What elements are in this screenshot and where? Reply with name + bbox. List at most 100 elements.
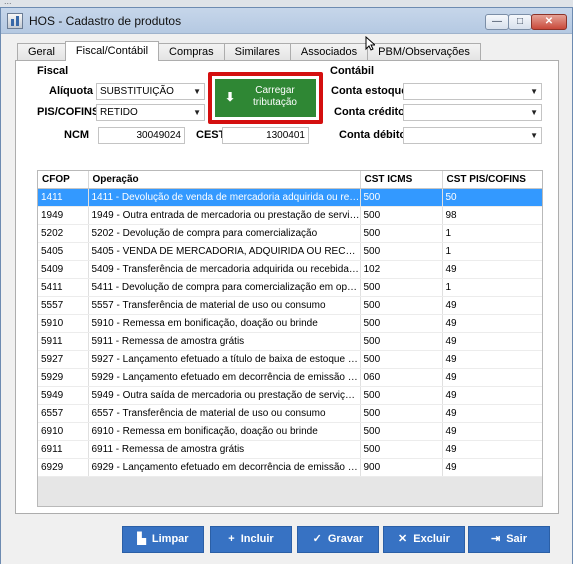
ncm-input[interactable]: 30049024 — [98, 127, 185, 144]
cfop-cell: 5405 — [38, 242, 89, 261]
table-row[interactable]: 1411 1411 - Devolução de venda de mercado… — [38, 188, 542, 207]
conta-debito-select[interactable]: ▼ — [403, 127, 542, 144]
cfop-cell: 5411 — [38, 278, 89, 297]
table-row[interactable]: 5411 5411 - Devolução de compra para come… — [38, 278, 542, 297]
minimize-button[interactable]: — — [485, 14, 509, 30]
cst-icms-cell: 500 — [360, 332, 443, 351]
tab-geral[interactable]: Geral — [17, 43, 66, 61]
load-taxation-button[interactable]: ⬇ Carregar tributação — [215, 79, 316, 117]
conta-credito-select[interactable]: ▼ — [403, 104, 542, 121]
cst-icms-cell: 500 — [360, 314, 443, 333]
close-button[interactable]: ✕ — [531, 14, 567, 30]
operacao-cell: 5910 - Remessa em bonificação, doação ou… — [88, 314, 361, 333]
column-header-cst-pis-cofins[interactable]: CST PIS/COFINS — [442, 171, 542, 189]
table-row[interactable]: 6557 6557 - Transferência de material de … — [38, 404, 542, 423]
cfop-cell: 5202 — [38, 224, 89, 243]
cest-label: CEST — [196, 129, 226, 141]
excluir-button[interactable]: ✕ Excluir — [383, 526, 465, 553]
gravar-button[interactable]: ✓ Gravar — [297, 526, 379, 553]
gravar-label: Gravar — [327, 533, 364, 545]
chevron-down-icon: ▼ — [530, 87, 538, 96]
chevron-down-icon: ▼ — [530, 108, 538, 117]
title-bar: HOS - Cadastro de produtos — □ ✕ — [1, 8, 572, 34]
cfop-cell: 1411 — [38, 188, 89, 207]
aliquota-select[interactable]: SUBSTITUIÇÃO ▼ — [96, 83, 205, 100]
cfop-cell: 5910 — [38, 314, 89, 333]
cfop-cell: 6911 — [38, 440, 89, 459]
cst-pis-cofins-cell: 49 — [442, 260, 542, 279]
broom-icon: ▙ — [137, 533, 146, 545]
operacao-cell: 5405 - VENDA DE MERCADORIA, ADQUIRIDA OU… — [88, 242, 361, 261]
operacao-cell: 5409 - Transferência de mercadoria adqui… — [88, 260, 361, 279]
cst-pis-cofins-cell: 49 — [442, 332, 542, 351]
tab-pbm-observacoes[interactable]: PBM/Observações — [367, 43, 481, 61]
table-row[interactable]: 5409 5409 - Transferência de mercadoria a… — [38, 260, 542, 279]
exit-icon: ⇥ — [490, 533, 501, 545]
table-row[interactable]: 6911 6911 - Remessa de amostra grátis 500 4… — [38, 440, 542, 459]
operacao-cell: 5202 - Devolução de compra para comercia… — [88, 224, 361, 243]
cfop-cell: 1949 — [38, 206, 89, 225]
tab-compras[interactable]: Compras — [158, 43, 225, 61]
cst-pis-cofins-cell: 98 — [442, 206, 542, 225]
operacao-cell: 5949 - Outra saída de mercadoria ou pres… — [88, 386, 361, 405]
cfop-cell: 5949 — [38, 386, 89, 405]
table-row[interactable]: 5949 5949 - Outra saída de mercadoria ou … — [38, 386, 542, 405]
cst-pis-cofins-cell: 1 — [442, 224, 542, 243]
fiscal-contabil-panel: Fiscal Alíquota SUBSTITUIÇÃO ▼ PIS/COFIN… — [15, 60, 559, 514]
table-row[interactable]: 5929 5929 - Lançamento efetuado em decorr… — [38, 368, 542, 387]
table-row[interactable]: 5202 5202 - Devolução de compra para come… — [38, 224, 542, 243]
cst-pis-cofins-cell: 1 — [442, 242, 542, 261]
load-taxation-label: Carregar tributação — [253, 85, 297, 108]
tab-associados[interactable]: Associados — [289, 43, 369, 61]
pis-cofins-select[interactable]: RETIDO ▼ — [96, 104, 205, 121]
limpar-label: Limpar — [151, 533, 189, 545]
tab-fiscal-contabil[interactable]: Fiscal/Contábil — [64, 41, 160, 61]
cst-icms-cell: 500 — [360, 422, 443, 441]
pis-cofins-value: RETIDO — [100, 107, 138, 118]
operacao-cell: 5927 - Lançamento efetuado a título de b… — [88, 350, 361, 369]
taxation-table: CFOP Operação CST ICMS CST PIS/COFINS 14… — [38, 171, 542, 477]
operacao-cell: 5911 - Remessa de amostra grátis — [88, 332, 361, 351]
column-header-cst-icms[interactable]: CST ICMS — [360, 171, 443, 189]
conta-estoque-select[interactable]: ▼ — [403, 83, 542, 100]
table-row[interactable]: 6910 6910 - Remessa em bonificação, doaçã… — [38, 422, 542, 441]
excluir-label: Excluir — [413, 533, 450, 545]
table-row[interactable]: 6929 6929 - Lançamento efetuado em decorr… — [38, 458, 542, 477]
operacao-cell: 6929 - Lançamento efetuado em decorrênci… — [88, 458, 361, 477]
column-header-cfop[interactable]: CFOP — [38, 171, 89, 189]
chevron-down-icon: ▼ — [530, 131, 538, 140]
limpar-button[interactable]: ▙ Limpar — [122, 526, 204, 553]
plus-icon: + — [228, 533, 235, 545]
tab-bar: Geral Fiscal/Contábil Compras Similares … — [17, 41, 481, 61]
sair-label: Sair — [506, 533, 527, 545]
table-row[interactable]: 5927 5927 - Lançamento efetuado a título … — [38, 350, 542, 369]
tab-similares[interactable]: Similares — [223, 43, 291, 61]
cst-pis-cofins-cell: 49 — [442, 296, 542, 315]
cfop-cell: 5911 — [38, 332, 89, 351]
contabil-section-title: Contábil — [330, 65, 374, 77]
cst-icms-cell: 500 — [360, 206, 443, 225]
column-header-operacao[interactable]: Operação — [88, 171, 361, 189]
table-row[interactable]: 5910 5910 - Remessa em bonificação, doaçã… — [38, 314, 542, 333]
cest-input[interactable]: 1300401 — [222, 127, 309, 144]
taxation-grid[interactable]: CFOP Operação CST ICMS CST PIS/COFINS 14… — [37, 170, 543, 507]
incluir-button[interactable]: + Incluir — [210, 526, 292, 553]
cst-icms-cell: 500 — [360, 440, 443, 459]
table-row[interactable]: 5405 5405 - VENDA DE MERCADORIA, ADQUIRID… — [38, 242, 542, 261]
table-row[interactable]: 5557 5557 - Transferência de material de … — [38, 296, 542, 315]
maximize-button[interactable]: □ — [508, 14, 532, 30]
cst-icms-cell: 500 — [360, 242, 443, 261]
cst-pis-cofins-cell: 49 — [442, 404, 542, 423]
operacao-cell: 5929 - Lançamento efetuado em decorrênci… — [88, 368, 361, 387]
chevron-down-icon: ▼ — [193, 87, 201, 96]
operacao-cell: 6910 - Remessa em bonificação, doação ou… — [88, 422, 361, 441]
cst-icms-cell: 500 — [360, 350, 443, 369]
table-header-row: CFOP Operação CST ICMS CST PIS/COFINS — [38, 171, 542, 189]
cst-icms-cell: 500 — [360, 188, 443, 207]
fiscal-section-title: Fiscal — [37, 65, 69, 77]
load-taxation-highlight: ⬇ Carregar tributação — [208, 72, 323, 124]
table-row[interactable]: 5911 5911 - Remessa de amostra grátis 500 4… — [38, 332, 542, 351]
sair-button[interactable]: ⇥ Sair — [468, 526, 550, 553]
ncm-label: NCM — [64, 129, 90, 141]
table-row[interactable]: 1949 1949 - Outra entrada de mercadoria o… — [38, 206, 542, 225]
